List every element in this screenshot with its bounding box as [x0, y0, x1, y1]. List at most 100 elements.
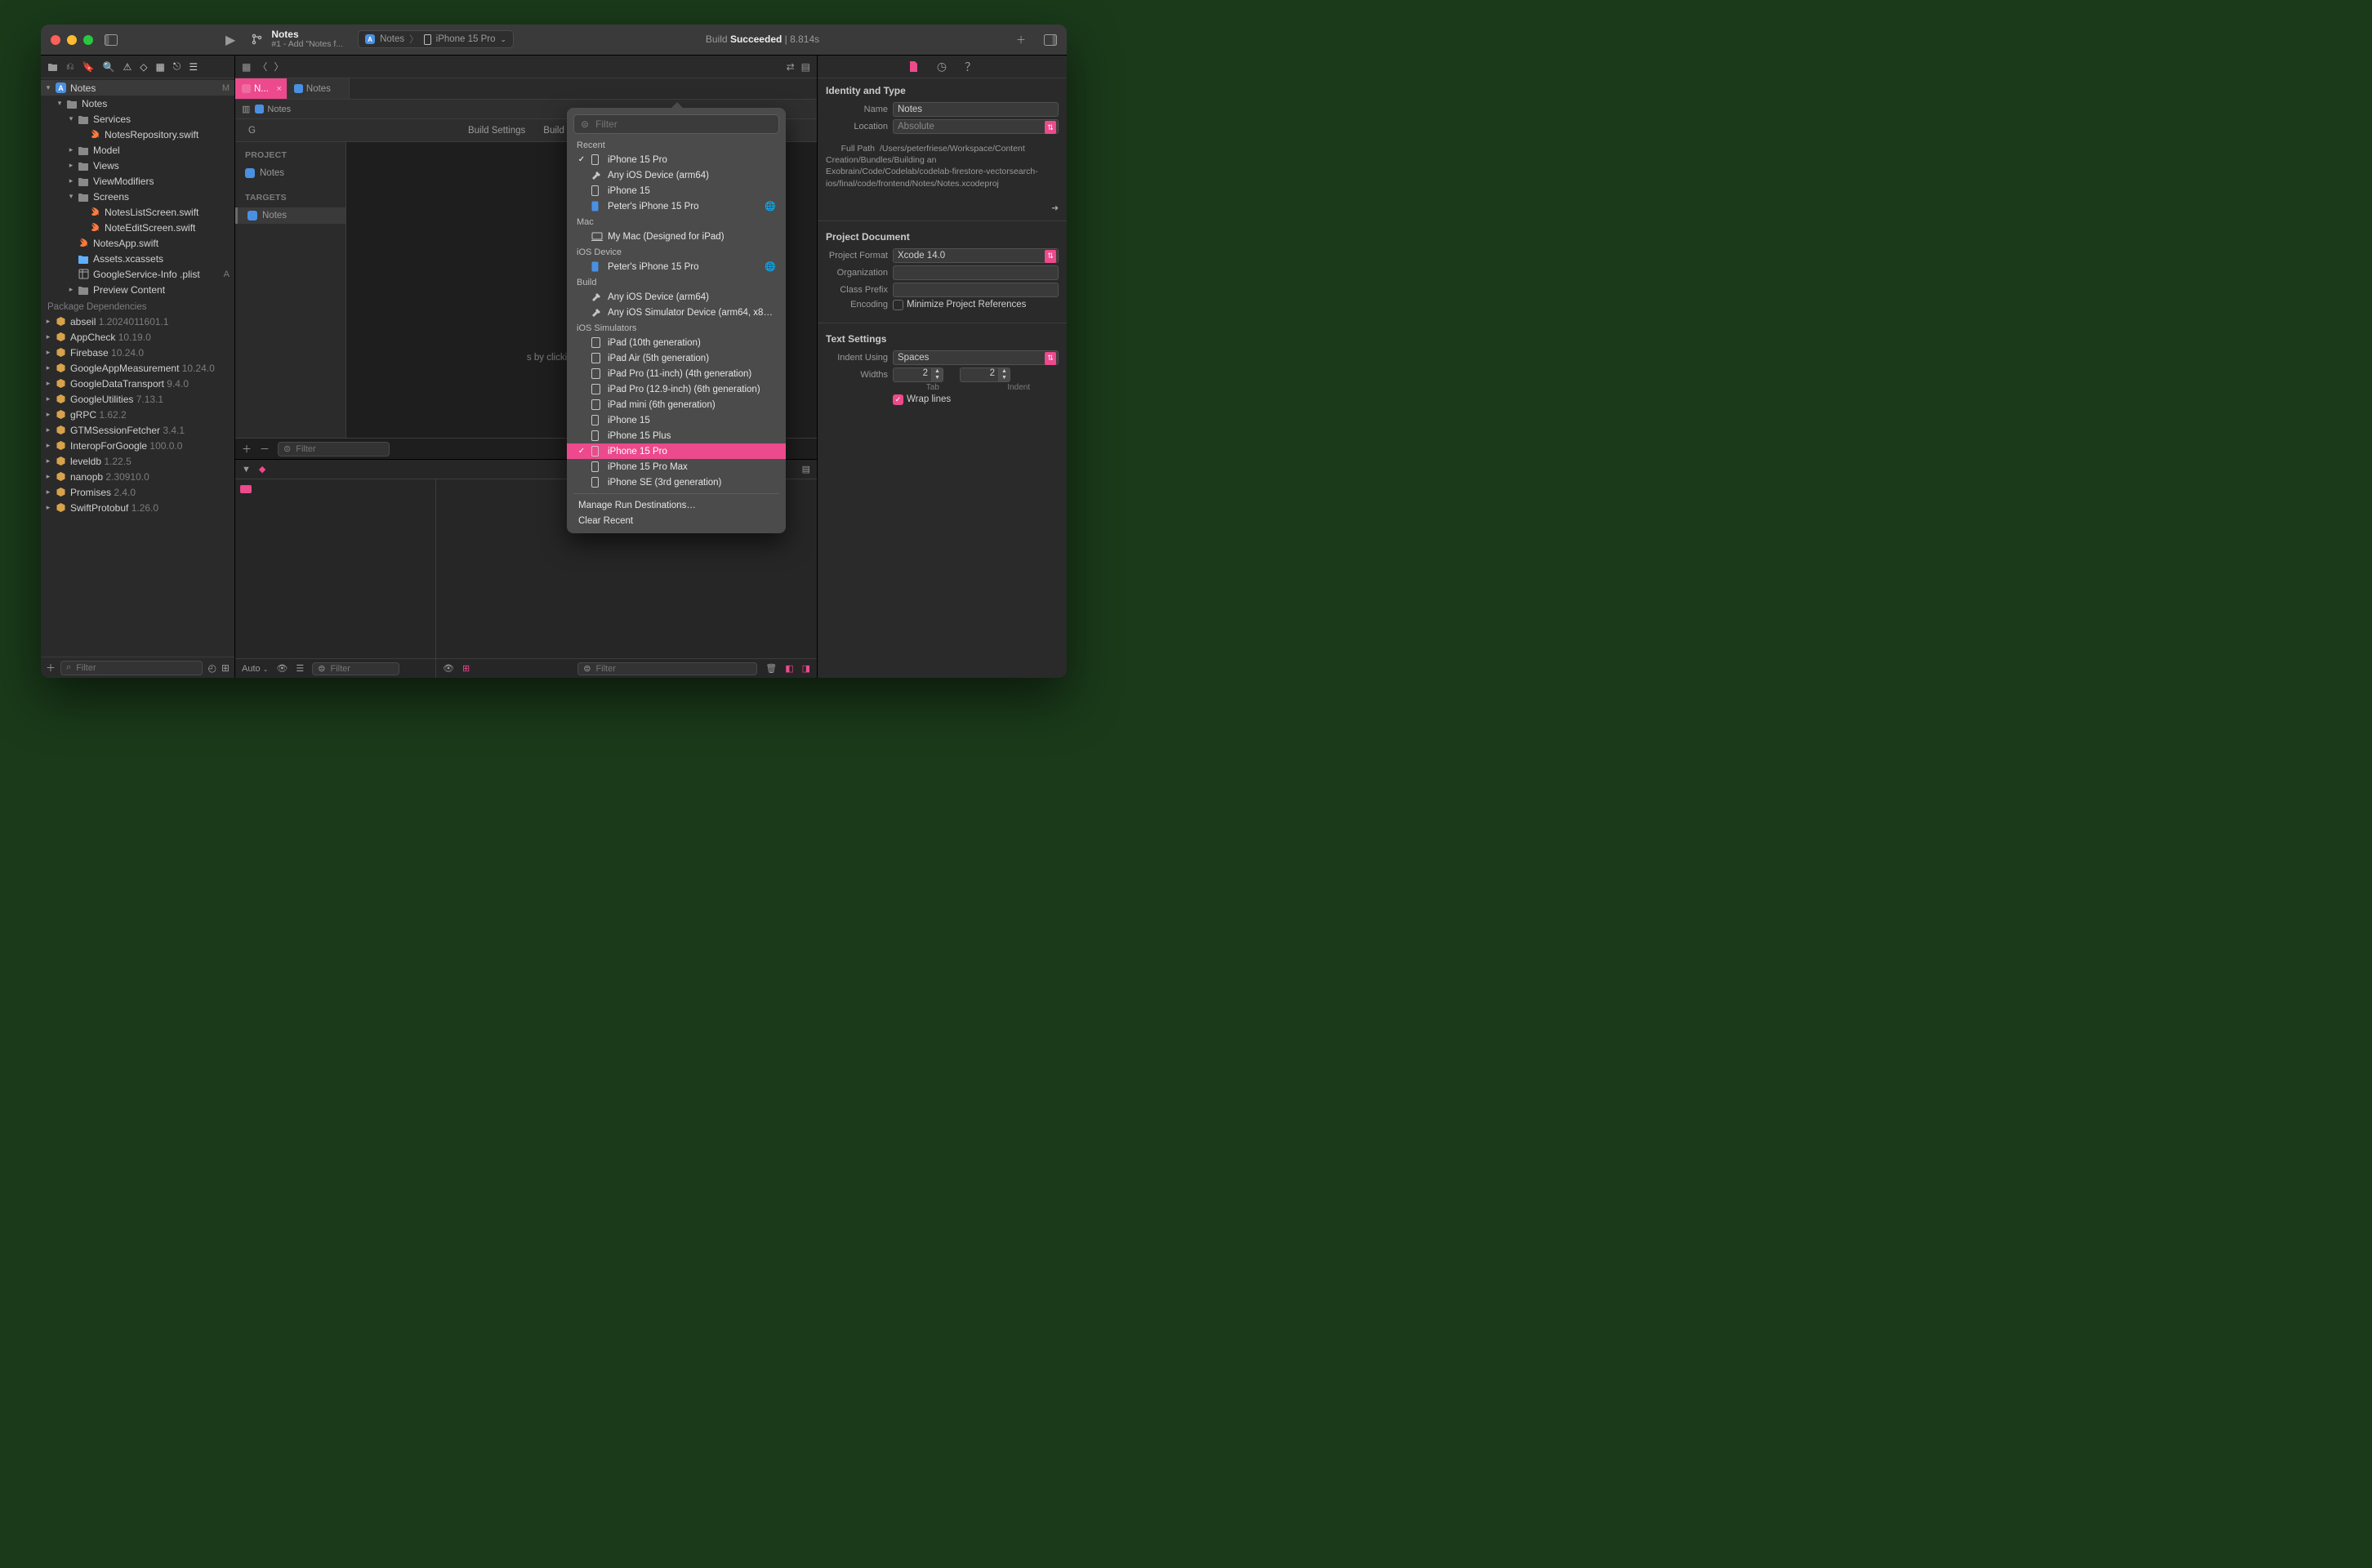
device-option[interactable]: iPad Pro (12.9-inch) (6th generation) [567, 381, 786, 397]
pane-right-icon[interactable]: ◨ [802, 663, 810, 674]
stack-icon[interactable]: ☰ [296, 663, 304, 674]
minimize-refs-checkbox[interactable] [893, 300, 903, 310]
file-row[interactable]: NoteEditScreen.swift [41, 220, 234, 235]
find-tab[interactable]: 🔍 [103, 61, 115, 73]
file-row[interactable]: NotesApp.swift [41, 235, 234, 251]
package-row[interactable]: ▸nanopb 2.30910.0 [41, 469, 234, 484]
related-items-icon[interactable]: ▦ [242, 61, 251, 73]
indent-using-select[interactable]: Spaces ⇅ [893, 350, 1059, 365]
editor-tab-notes-project[interactable]: N... × [235, 78, 288, 99]
console-eye-icon[interactable]: 👁 [443, 663, 454, 674]
package-row[interactable]: ▸Promises 2.4.0 [41, 484, 234, 500]
report-tab[interactable]: ☰ [189, 61, 198, 73]
auto-scope-select[interactable]: Auto ⌄ [242, 664, 268, 674]
navigator-filter-input[interactable] [74, 662, 197, 674]
bookmark-tab[interactable]: 🔖 [82, 61, 95, 73]
project-row[interactable]: Notes [245, 165, 346, 181]
file-inspector-tab[interactable] [908, 60, 919, 73]
indent-width-stepper[interactable]: 2 ▲▼ [960, 368, 1010, 382]
forward-button[interactable]: 〉 [274, 60, 283, 74]
branch-icon[interactable] [250, 33, 263, 46]
variables-filter[interactable]: ⊜ [312, 662, 399, 675]
variables-filter-input[interactable] [328, 663, 394, 675]
reveal-button[interactable]: ➜ [1051, 203, 1059, 214]
breakpoints-icon[interactable]: ◆ [259, 464, 265, 474]
scheme-selector[interactable]: A Notes 〉 iPhone 15 Pro ⌄ [358, 30, 514, 48]
location-select[interactable]: Absolute ⇅ [893, 119, 1059, 134]
jump-crumb[interactable]: Notes [255, 105, 291, 114]
editor-options-icon[interactable]: ▤ [801, 61, 810, 73]
project-format-select[interactable]: Xcode 14.0 ⇅ [893, 248, 1059, 263]
package-row[interactable]: ▸abseil 1.2024011601.1 [41, 314, 234, 329]
targets-filter-input[interactable] [294, 443, 384, 455]
scm-icon[interactable]: ⊞ [221, 662, 230, 674]
folder-row[interactable]: ▸ViewModifiers [41, 173, 234, 189]
folder-row[interactable]: ▾Screens [41, 189, 234, 204]
remove-target-button[interactable]: － [260, 442, 270, 456]
issue-tab[interactable]: ⚠ [123, 61, 132, 73]
device-option[interactable]: iPad Air (5th generation) [567, 350, 786, 366]
minimize-window[interactable] [67, 35, 77, 45]
navigator-filter[interactable]: ⌕ [60, 661, 203, 675]
package-row[interactable]: ▸leveldb 1.22.5 [41, 453, 234, 469]
add-file-button[interactable]: ＋ [46, 661, 56, 675]
clock-icon[interactable]: ◴ [207, 662, 216, 674]
add-target-button[interactable]: ＋ [242, 442, 252, 456]
device-option[interactable]: iPhone SE (3rd generation) [567, 474, 786, 490]
folder-row[interactable]: ▸Preview Content [41, 282, 234, 297]
package-row[interactable]: ▸GTMSessionFetcher 3.4.1 [41, 422, 234, 438]
editor-tab-notes[interactable]: Notes [288, 78, 350, 99]
debug-options-icon[interactable]: ▤ [802, 464, 810, 474]
folder-row[interactable]: ▾Notes [41, 96, 234, 111]
trash-icon[interactable]: 🗑 [765, 663, 777, 674]
device-option[interactable]: Peter's iPhone 15 Pro🌐 [567, 198, 786, 214]
device-option[interactable]: iPad mini (6th generation) [567, 397, 786, 412]
folder-row[interactable]: ▾Services [41, 111, 234, 127]
package-row[interactable]: ▸SwiftProtobuf 1.26.0 [41, 500, 234, 515]
source-control-tab[interactable]: ⎌ [66, 60, 74, 73]
file-row[interactable]: GoogleService-Info .plistA [41, 266, 234, 282]
zoom-window[interactable] [83, 35, 93, 45]
console-metrics-icon[interactable]: ⊞ [462, 663, 470, 674]
console-filter[interactable]: ⊜ [577, 662, 757, 675]
sidebar-right-icon[interactable] [1044, 33, 1057, 47]
package-row[interactable]: ▸gRPC 1.62.2 [41, 407, 234, 422]
breakpoint-tab[interactable]: ⎋ [173, 60, 181, 73]
package-row[interactable]: ▸GoogleUtilities 7.13.1 [41, 391, 234, 407]
name-field[interactable]: Notes [893, 102, 1059, 117]
device-option[interactable]: iPad Pro (11-inch) (4th generation) [567, 366, 786, 381]
window-controls[interactable] [51, 35, 93, 45]
device-option[interactable]: Any iOS Simulator Device (arm64, x86_64) [567, 305, 786, 320]
pane-left-icon[interactable]: ◧ [785, 663, 793, 674]
folder-row[interactable]: ▸Model [41, 142, 234, 158]
eye-icon[interactable]: 👁 [276, 663, 288, 674]
package-row[interactable]: ▸Firebase 10.24.0 [41, 345, 234, 360]
help-inspector-tab[interactable]: ？ [965, 59, 976, 75]
package-row[interactable]: ▸InteropForGoogle 100.0.0 [41, 438, 234, 453]
close-window[interactable] [51, 35, 60, 45]
close-tab-icon[interactable]: × [276, 84, 281, 94]
device-option[interactable]: iPhone 15 [567, 412, 786, 428]
device-filter[interactable]: ⊜ [573, 114, 779, 134]
device-option[interactable]: Any iOS Device (arm64) [567, 289, 786, 305]
folder-row[interactable]: ▸Views [41, 158, 234, 173]
targets-filter[interactable]: ⊜ [278, 442, 390, 457]
project-navigator-tab[interactable] [47, 62, 58, 71]
device-filter-input[interactable] [594, 118, 772, 131]
file-tree[interactable]: ▾ A Notes M ▾Notes▾ServicesNotesReposito… [41, 78, 234, 657]
add-button[interactable]: ＋ [1014, 33, 1028, 47]
project-root[interactable]: ▾ A Notes M [41, 80, 234, 96]
sidebar-toggle-icon[interactable]: ▥ [242, 104, 250, 114]
manage-destinations[interactable]: Manage Run Destinations… [567, 497, 786, 513]
target-row[interactable]: Notes [235, 207, 346, 224]
package-row[interactable]: ▸AppCheck 10.19.0 [41, 329, 234, 345]
file-row[interactable]: NotesRepository.swift [41, 127, 234, 142]
device-option[interactable]: iPhone 15 Pro Max [567, 459, 786, 474]
device-option[interactable]: iPad (10th generation) [567, 335, 786, 350]
back-button[interactable]: 〈 [257, 60, 267, 74]
device-option[interactable]: ✓iPhone 15 Pro [567, 443, 786, 459]
debug-hide-icon[interactable]: ▼ [242, 465, 251, 474]
debug-tab[interactable]: ▦ [156, 61, 165, 73]
class-prefix-field[interactable] [893, 283, 1059, 297]
file-row[interactable]: Assets.xcassets [41, 251, 234, 266]
